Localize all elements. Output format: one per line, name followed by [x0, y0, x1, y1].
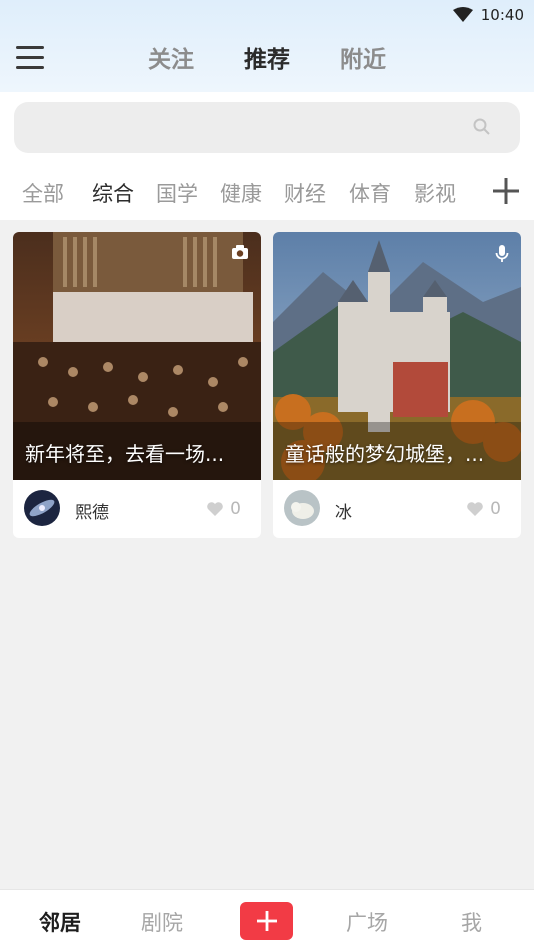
wifi-icon: [452, 7, 473, 22]
category-all[interactable]: 全部: [22, 178, 64, 208]
tab-recommended[interactable]: 推荐: [244, 40, 290, 74]
avatar[interactable]: [24, 490, 60, 526]
post-image[interactable]: 新年将至，去看一场...: [13, 232, 261, 480]
post-card[interactable]: 新年将至，去看一场... 熙德 0: [13, 232, 261, 538]
add-post-button[interactable]: [240, 902, 293, 940]
nav-neighbors[interactable]: 邻居: [39, 907, 81, 937]
post-title: 童话般的梦幻城堡，...: [285, 442, 485, 466]
microphone-icon: [495, 245, 509, 262]
author-name[interactable]: 冰: [335, 498, 352, 523]
plus-icon: [256, 911, 277, 931]
post-card[interactable]: 童话般的梦幻城堡，... 冰 0: [273, 232, 521, 538]
nav-me[interactable]: 我: [461, 907, 482, 937]
tab-nearby[interactable]: 附近: [340, 40, 386, 74]
tab-following[interactable]: 关注: [148, 40, 194, 74]
search-area: [0, 92, 534, 162]
category-finance[interactable]: 财经: [284, 178, 326, 208]
like-count[interactable]: 0: [466, 499, 501, 519]
top-tabs: 关注 推荐 附近: [0, 40, 534, 74]
nav-theater[interactable]: 剧院: [141, 907, 183, 937]
avatar[interactable]: [284, 490, 320, 526]
status-bar: 10:40: [452, 4, 524, 26]
bottom-nav: 邻居 剧院 广场 我: [0, 889, 534, 950]
add-category-icon[interactable]: [493, 178, 519, 204]
heart-icon[interactable]: [206, 501, 224, 517]
like-count[interactable]: 0: [206, 499, 241, 519]
header: 10:40 关注 推荐 附近: [0, 0, 534, 92]
status-time: 10:40: [480, 6, 524, 24]
category-sinology[interactable]: 国学: [156, 178, 198, 208]
nav-square[interactable]: 广场: [346, 907, 388, 937]
author-name[interactable]: 熙德: [75, 498, 109, 523]
search-icon[interactable]: [472, 117, 492, 137]
post-image[interactable]: 童话般的梦幻城堡，...: [273, 232, 521, 480]
category-health[interactable]: 健康: [220, 178, 262, 208]
search-input[interactable]: [14, 102, 520, 153]
category-bar: 全部 综合 国学 健康 财经 体育 影视: [0, 162, 534, 220]
heart-icon[interactable]: [466, 501, 484, 517]
post-title: 新年将至，去看一场...: [25, 442, 225, 466]
category-film[interactable]: 影视: [414, 178, 456, 208]
like-count-value: 0: [230, 499, 241, 519]
category-general[interactable]: 综合: [92, 178, 134, 208]
camera-icon: [232, 245, 248, 259]
like-count-value: 0: [490, 499, 501, 519]
category-sports[interactable]: 体育: [349, 178, 391, 208]
